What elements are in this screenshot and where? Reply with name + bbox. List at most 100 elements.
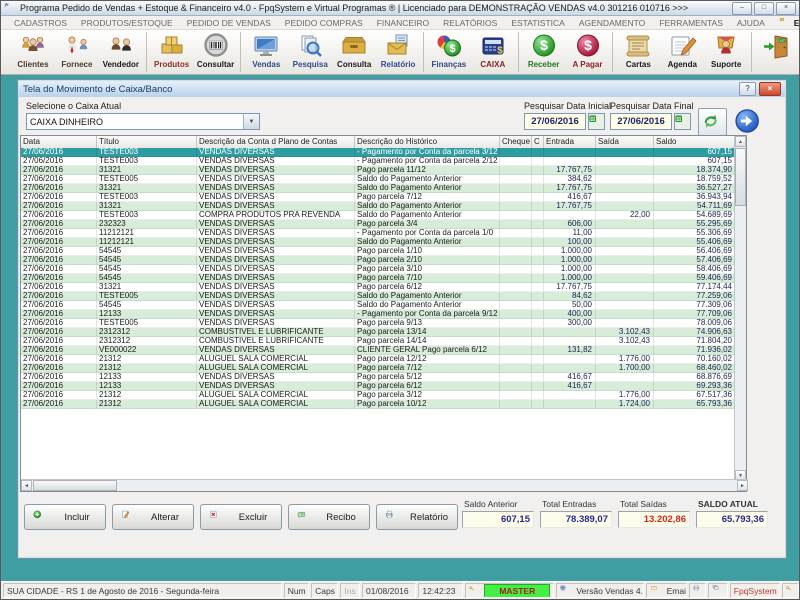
table-row[interactable]: 27/06/20162312312COMBUSTÍVEL E LUBRIFICA… (21, 328, 736, 337)
table-row[interactable]: 27/06/201621312ALUGUEL SALA COMERCIALPag… (21, 355, 736, 364)
cell: 27/06/2016 (21, 220, 97, 228)
table-row[interactable]: 27/06/2016TESTE005VENDAS DIVERSASSaldo d… (21, 292, 736, 301)
column-header-descricao-do-historico[interactable]: Descrição do Histórico (355, 136, 500, 148)
table-row[interactable]: 27/06/201631321VENDAS DIVERSASPago parce… (21, 166, 736, 175)
toolbar-financas[interactable]: $Finanças (427, 30, 471, 74)
table-row[interactable]: 27/06/201621312ALUGUEL SALA COMERCIALPag… (21, 391, 736, 400)
toolbar-relatorio[interactable]: Relatório (376, 30, 420, 74)
table-row[interactable]: 27/06/201611212121VENDAS DIVERSASSaldo d… (21, 238, 736, 247)
panel-close-button[interactable]: × (759, 82, 781, 96)
table-row[interactable]: 27/06/2016TESTE003VENDAS DIVERSAS- Pagam… (21, 157, 736, 166)
column-header-data[interactable]: Data (21, 136, 97, 148)
column-header-cheque[interactable]: Cheque (500, 136, 532, 148)
scroll-up-icon[interactable]: ▲ (735, 136, 746, 147)
table-row[interactable]: 27/06/201612133VENDAS DIVERSASPago parce… (21, 373, 736, 382)
toolbar-sair[interactable]: EXIT (755, 30, 799, 74)
column-header-descricao-da-conta-d-plano-de-contas[interactable]: Descrição da Conta d Plano de Contas (197, 136, 355, 148)
table-row[interactable]: 27/06/201654545VENDAS DIVERSASPago parce… (21, 247, 736, 256)
relatorio-button[interactable]: Relatório (376, 504, 458, 530)
menu-item-pedido-de-vendas[interactable]: PEDIDO DE VENDAS (180, 18, 278, 28)
toolbar-receber[interactable]: $Receber (522, 30, 566, 74)
alterar-button[interactable]: Alterar (112, 504, 194, 530)
horizontal-scrollbar[interactable]: ◄ ► (21, 479, 748, 491)
scroll-right-icon[interactable]: ► (737, 480, 748, 491)
menu-item-agendamento[interactable]: AGENDAMENTO (572, 18, 652, 28)
table-row[interactable]: 27/06/2016TESTE003VENDAS DIVERSAS- Pagam… (21, 148, 736, 157)
cell: 54.689,69 (654, 211, 736, 219)
table-row[interactable]: 27/06/2016232323VENDAS DIVERSASPago parc… (21, 220, 736, 229)
toolbar-cartas[interactable]: Cartas (616, 30, 660, 74)
table-row[interactable]: 27/06/20162312312COMBUSTÍVEL E LUBRIFICA… (21, 337, 736, 346)
toolbar-fornece[interactable]: Fornece (55, 30, 99, 74)
table-row[interactable]: 27/06/2016TESTE005VENDAS DIVERSASPago pa… (21, 319, 736, 328)
table-row[interactable]: 27/06/2016TESTE003COMPRA PRODUTOS PRA RE… (21, 211, 736, 220)
menu-item-pedido-compras[interactable]: PEDIDO COMPRAS (278, 18, 370, 28)
table-row[interactable]: 27/06/2016VE000022VENDAS DIVERSASCLIENTE… (21, 346, 736, 355)
toolbar-pesquisa[interactable]: Pesquisa (288, 30, 332, 74)
toolbar-suporte[interactable]: Suporte (704, 30, 748, 74)
table-row[interactable]: 27/06/201621312ALUGUEL SALA COMERCIALPag… (21, 364, 736, 373)
menu-item-produtos-estoque[interactable]: PRODUTOS/ESTOQUE (74, 18, 180, 28)
table-row[interactable]: 27/06/201611212121VENDAS DIVERSAS- Pagam… (21, 229, 736, 238)
chevron-down-icon[interactable]: ▼ (243, 114, 259, 129)
column-header-saldo[interactable]: Saldo (654, 136, 736, 148)
date-start-input[interactable]: 27/06/2016 (524, 113, 586, 130)
date-end-input[interactable]: 27/06/2016 (610, 113, 672, 130)
close-button[interactable]: × (776, 2, 796, 15)
calendar-start-icon[interactable] (588, 113, 605, 130)
menu-item-relatorios[interactable]: RELATÓRIOS (436, 18, 504, 28)
minimize-button[interactable]: – (732, 2, 752, 15)
toolbar-vendas[interactable]: Vendas (244, 30, 288, 74)
recibo-button[interactable]: Recibo (288, 504, 370, 530)
incluir-button[interactable]: Incluir (24, 504, 106, 530)
cell: VENDAS DIVERSAS (197, 373, 355, 381)
scroll-left-icon[interactable]: ◄ (21, 480, 32, 491)
toolbar-produtos[interactable]: Produtos (150, 30, 194, 74)
help-button[interactable]: ? (739, 82, 756, 96)
menu-item-estatistica[interactable]: ESTATISTICA (504, 18, 572, 28)
refresh-button[interactable] (698, 108, 727, 136)
menu-item-financeiro[interactable]: FINANCEIRO (370, 18, 436, 28)
menu-item-ajuda[interactable]: AJUDA (730, 18, 772, 28)
toolbar-a-pagar[interactable]: $A Pagar (566, 30, 610, 74)
table-row[interactable]: 27/06/201654545VENDAS DIVERSASPago parce… (21, 256, 736, 265)
column-header-entrada[interactable]: Entrada (544, 136, 596, 148)
table-row[interactable]: 27/06/201654545VENDAS DIVERSASPago parce… (21, 265, 736, 274)
table-row[interactable]: 27/06/201654545VENDAS DIVERSASPago parce… (21, 274, 736, 283)
column-header-saida[interactable]: Saída (596, 136, 654, 148)
column-header-c[interactable]: C (532, 136, 544, 148)
vertical-scrollbar[interactable]: ▲ ▼ (734, 136, 746, 481)
menu-item-ferramentas[interactable]: FERRAMENTAS (652, 18, 730, 28)
table-row[interactable]: 27/06/201631321VENDAS DIVERSASSaldo do P… (21, 184, 736, 193)
toolbar-clientes[interactable]: Clientes (11, 30, 55, 74)
table-row[interactable]: 27/06/201654545VENDAS DIVERSASSaldo do P… (21, 301, 736, 310)
computer-icon (560, 585, 573, 597)
table-row[interactable]: 27/06/201612133VENDAS DIVERSASPago parce… (21, 382, 736, 391)
table-row[interactable]: 27/06/2016TESTE005VENDAS DIVERSASSaldo d… (21, 175, 736, 184)
cell: - Pagamento por Conta da parcela 2/12 (355, 157, 500, 165)
movimentos-table: DataTítuloDescrição da Conta d Plano de … (20, 135, 747, 492)
horizontal-scroll-thumb[interactable] (33, 480, 117, 491)
table-row[interactable]: 27/06/201612133VENDAS DIVERSAS- Pagament… (21, 310, 736, 319)
toolbar-consulta[interactable]: Consulta (332, 30, 376, 74)
cell: - Pagamento por Conta da parcela 1/0 (355, 229, 500, 237)
vertical-scroll-thumb[interactable] (735, 148, 746, 206)
toolbar-caixa[interactable]: $CAIXA (471, 30, 515, 74)
table-row[interactable]: 27/06/201631321VENDAS DIVERSASPago parce… (21, 283, 736, 292)
toolbar-consultar[interactable]: Consultar (194, 30, 238, 74)
column-header-titulo[interactable]: Título (97, 136, 197, 148)
excluir-button[interactable]: Excluir (200, 504, 282, 530)
table-row[interactable]: 27/06/201631321VENDAS DIVERSASSaldo do P… (21, 202, 736, 211)
toolbar-vendedor[interactable]: Vendedor (99, 30, 143, 74)
toolbar-agenda[interactable]: Agenda (660, 30, 704, 74)
go-button[interactable] (735, 107, 762, 134)
caixa-select[interactable]: CAIXA DINHEIRO ▼ (26, 113, 260, 130)
table-row[interactable]: 27/06/2016TESTE003VENDAS DIVERSASPago pa… (21, 193, 736, 202)
menu-item-cadastros[interactable]: CADASTROS (7, 18, 74, 28)
menu-item-e-mail[interactable]: E-MAIL (772, 18, 800, 28)
network-icon (712, 585, 726, 596)
calendar-end-icon[interactable] (674, 113, 691, 130)
table-row[interactable]: 27/06/201621312ALUGUEL SALA COMERCIALPag… (21, 400, 736, 409)
cell: 17.767,75 (544, 184, 596, 192)
restore-button[interactable]: □ (754, 2, 774, 15)
